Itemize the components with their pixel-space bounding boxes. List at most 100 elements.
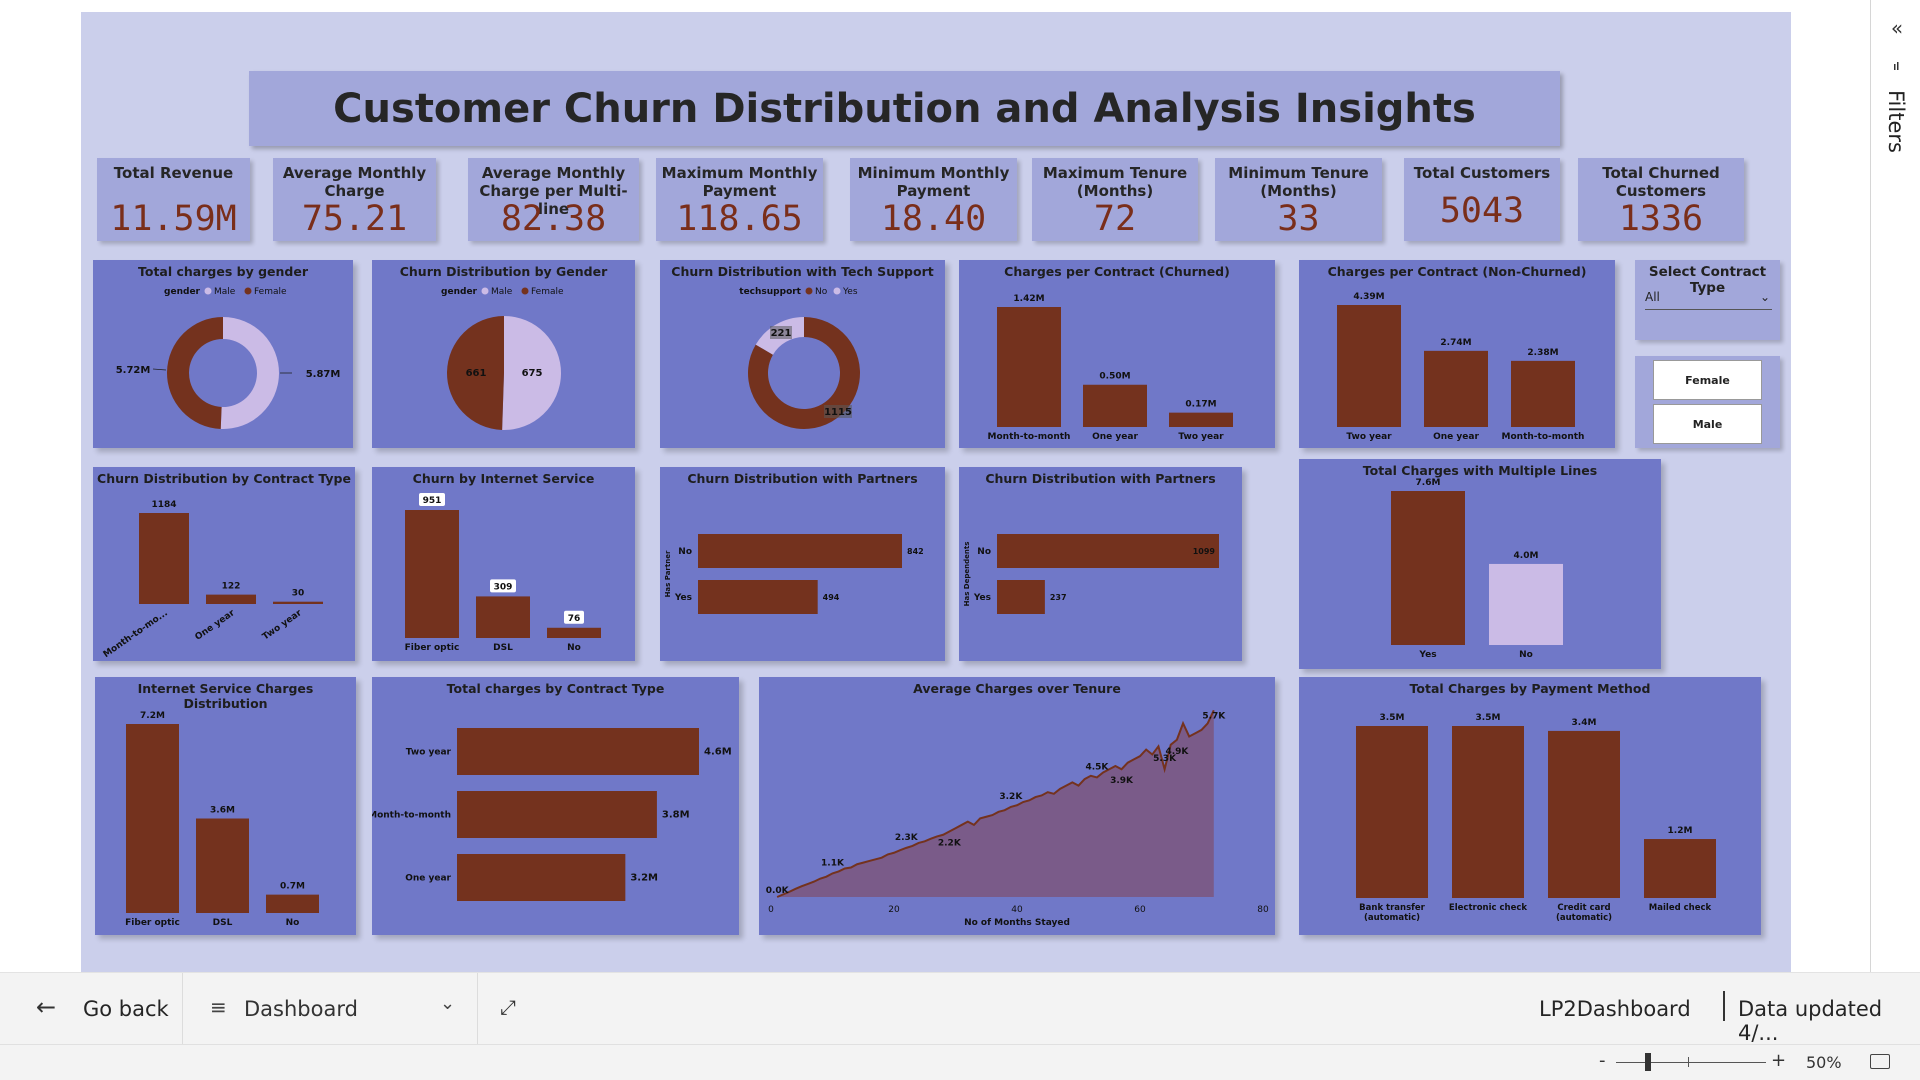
zoom-slider-track[interactable] [1616,1062,1766,1063]
tick-label: 40 [1011,905,1023,915]
data-label: 4.5K [1085,762,1109,772]
report-title-banner: Customer Churn Distribution and Analysis… [249,71,1560,146]
visual-churn-by-gender[interactable]: Churn Distribution by Gender gender Male Fe… [372,260,635,448]
visual-charges-payment-method[interactable]: Total Charges by Payment Method 3.5M Bank … [1299,677,1761,935]
tick-label: Two year [1346,432,1392,442]
contract-type-dropdown[interactable]: All ⌄ [1645,290,1772,310]
kpi-value: 33 [1277,199,1320,239]
visual-churn-tech-support[interactable]: Churn Distribution with Tech Support tech… [660,260,945,448]
legend-marker [244,287,252,295]
data-label: 661 [466,368,487,379]
data-label: 5.72M [116,365,151,376]
gender-option-male[interactable]: Male [1653,404,1762,444]
kpi-value: 72 [1093,199,1137,239]
tick-label: Yes [1418,650,1436,660]
kpi-card: Total Customers 5043 [1404,158,1560,241]
go-back-label: Go back [83,997,169,1021]
tick-label: No [678,547,692,557]
tick-label: No [977,547,991,557]
visual-charges-by-contract-type[interactable]: Total charges by Contract Type Two year 4.… [372,677,739,935]
leader-line [152,368,167,371]
chart-svg: 4.39M Two year 2.74M One year 2.38M Month-to-… [1337,292,1585,442]
data-label: 237 [1050,593,1067,602]
chart-svg: gender Male Female 675 661 [441,287,564,430]
kpi-card: Minimum Tenure (Months) 33 [1215,158,1382,241]
zoom-slider-thumb[interactable] [1645,1053,1651,1071]
tick-label: Month-to-month [1502,432,1585,442]
filters-pane-label[interactable]: Filters [1880,90,1912,170]
kpi-card: Average Monthly Charge per Multi-line 82… [468,158,639,241]
legend-marker [833,287,841,295]
data-label: 7.2M [140,711,165,721]
chart-svg: 951 Fiber optic 309 DSL 76 No [405,493,601,653]
bar [1548,730,1620,898]
data-label: 0.50M [1099,372,1130,382]
bar [1169,412,1233,427]
go-back-button[interactable]: ← Go back [0,973,183,1045]
legend-marker [481,287,489,295]
legend-marker [805,287,813,295]
gender-option-female[interactable]: Female [1653,360,1762,400]
kpi-label: Total Churned Customers [1602,164,1720,200]
visual-total-charges-by-gender[interactable]: Total charges by gender gender Male Female 5… [93,260,353,448]
legend-item: No [815,287,828,297]
tick-label: Two year [406,748,452,758]
page-navigator-dropdown[interactable]: ≡ Dashboard ⌄ [184,973,478,1045]
focus-mode-icon[interactable]: ⤢ [500,995,530,1025]
data-label: 4.39M [1353,292,1384,302]
bar [698,580,818,614]
data-label: 0.7M [280,882,305,892]
legend-title: techsupport [739,287,801,297]
data-label: 951 [423,496,442,506]
bar [476,596,530,638]
tick-label: 20 [888,905,900,915]
tick-label: Yes [973,593,991,603]
bar [1644,839,1716,898]
visual-internet-service-charges[interactable]: Internet Service Charges Distribution 7.2… [95,677,356,935]
arrow-left-icon: ← [36,993,57,1021]
bar [1337,305,1401,427]
tick-label: Yes [674,593,692,603]
data-label: 3.9K [1110,776,1134,786]
tick-label: Bank transfer [1359,903,1425,913]
legend-item: Female [254,287,287,297]
tick-label: No [567,643,581,653]
zoom-slider-center [1688,1057,1689,1067]
visual-churn-with-dependents[interactable]: Churn Distribution with Partners No 1099 Ye… [959,467,1242,661]
visual-charges-multiple-lines[interactable]: Total Charges with Multiple Lines 7.6M Yes… [1299,459,1661,669]
zoom-level: 50% [1806,1053,1842,1072]
visual-average-charges-tenure[interactable]: Average Charges over Tenure 0 20 40 60 80 No o… [759,677,1275,935]
bar [126,724,179,913]
collapse-pane-icon[interactable]: « [1883,16,1911,40]
chart-svg: techsupport No Yes 1115 221 [739,287,860,429]
visual-charges-contract-churned[interactable]: Charges per Contract (Churned) 1.42M Month… [959,260,1275,448]
axis-title: No of Months Stayed [964,918,1070,928]
chart-svg: No 842 Yes 494 Has Partner [664,534,924,614]
kpi-card: Total Churned Customers 1336 [1578,158,1744,241]
data-label: 1.42M [1013,294,1044,304]
zoom-in-button[interactable]: + [1771,1050,1786,1071]
data-label: 309 [494,582,513,592]
visual-churn-by-internet-service[interactable]: Churn by Internet Service 951 Fiber optic 3… [372,467,635,661]
fit-to-page-icon[interactable] [1870,1054,1890,1069]
zoom-status-bar: - + 50% [0,1044,1920,1080]
chart-svg: 1.42M Month-to-month 0.50M One year 0.17M Two… [988,294,1233,442]
visual-churn-with-partners[interactable]: Churn Distribution with Partners No 842 Yes… [660,467,945,661]
tick-label: Month-to-month [988,432,1071,442]
tick-label: No [1519,650,1533,660]
visual-charges-contract-nonchurned[interactable]: Charges per Contract (Non-Churned) 4.39M T… [1299,260,1615,448]
kpi-value: 75.21 [301,199,408,239]
visual-churn-by-contract-type[interactable]: Churn Distribution by Contract Type 1184 M… [93,467,355,661]
tick-label: Credit card [1557,903,1610,913]
chart-svg: 7.6M Yes 4.0M No [1391,478,1563,660]
bar [1511,360,1575,427]
bar [206,594,256,604]
bar [139,513,189,604]
chart-svg: 3.5MBank transfer(automatic)3.5MElectron… [1356,713,1716,923]
zoom-out-button[interactable]: - [1599,1050,1606,1071]
data-label: 7.6M [1416,478,1441,488]
kpi-value: 18.40 [880,199,987,239]
data-label: 0.0K [766,886,790,896]
kpi-value: 1336 [1618,199,1704,239]
tick-label: Mailed check [1649,903,1712,913]
